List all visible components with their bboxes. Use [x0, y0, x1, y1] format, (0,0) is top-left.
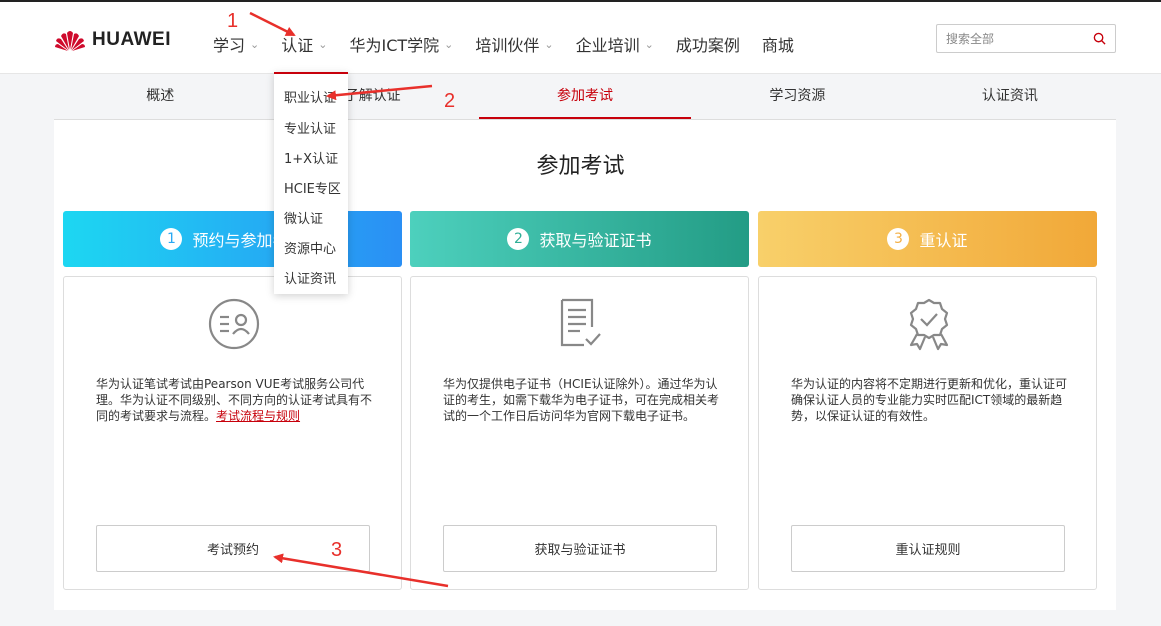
menu-item-micro-certification[interactable]: 微认证 — [284, 208, 323, 227]
step-banner-1: 1 预约与参加考试 — [63, 211, 402, 267]
menu-item-specialist-certification[interactable]: 专业认证 — [284, 118, 336, 137]
tab-certification-news[interactable]: 认证资讯 — [904, 74, 1116, 119]
menu-item-1x-certification[interactable]: 1+X认证 — [284, 148, 338, 167]
card-description: 华为认证笔试考试由Pearson VUE考试服务公司代理。华为认证不同级别、不同… — [96, 376, 376, 424]
step-number: 2 — [507, 228, 530, 250]
step-title: 获取与验证证书 — [539, 231, 652, 250]
search-icon[interactable] — [1093, 32, 1106, 45]
nav-item-label: 培训伙伴 — [475, 36, 540, 55]
menu-item-professional-certification[interactable]: 职业认证 — [284, 87, 336, 106]
nav-item-training-partners[interactable]: 培训伙伴 ⌄ — [475, 32, 553, 56]
step-number: 1 — [160, 228, 183, 250]
sub-tabs: 概述 了解认证 参加考试 学习资源 认证资讯 — [54, 74, 1116, 120]
step-banner-3: 3 重认证 — [758, 211, 1097, 267]
chevron-down-icon: ⌄ — [444, 37, 454, 51]
search-box — [936, 24, 1116, 53]
nav-item-success-cases[interactable]: 成功案例 — [676, 32, 740, 56]
award-badge-icon — [909, 298, 949, 351]
nav-item-certification[interactable]: 认证 ⌄ — [281, 32, 327, 56]
nav-item-label: 成功案例 — [675, 36, 740, 55]
annotation-number-1: 1 — [227, 10, 239, 32]
nav-item-label: 华为ICT学院 — [349, 36, 440, 55]
menu-item-certification-news[interactable]: 认证资讯 — [284, 268, 336, 287]
card-description: 华为仅提供电子证书（HCIE认证除外）。通过华为认证的考生，如需下载华为电子证书… — [443, 377, 720, 423]
tab-learning-resources[interactable]: 学习资源 — [691, 74, 903, 119]
chevron-down-icon: ⌄ — [318, 37, 328, 51]
top-header: HUAWEI 学习 ⌄ 认证 ⌄ 华为ICT学院 ⌄ 培训伙伴 ⌄ 企业培训 ⌄… — [0, 0, 1161, 74]
huawei-flower-icon — [55, 31, 85, 51]
annotation-number-3: 3 — [331, 539, 343, 561]
id-card-icon — [208, 298, 260, 350]
nav-item-store[interactable]: 商城 — [762, 32, 794, 56]
nav-item-enterprise-training[interactable]: 企业培训 ⌄ — [576, 32, 654, 56]
nav-item-label: 学习 — [213, 36, 246, 55]
step-number: 3 — [887, 228, 910, 250]
card-exam-booking: 华为认证笔试考试由Pearson VUE考试服务公司代理。华为认证不同级别、不同… — [63, 276, 402, 590]
nav-item-label: 商城 — [761, 36, 794, 55]
menu-item-hcie-zone[interactable]: HCIE专区 — [284, 178, 341, 197]
search-input[interactable] — [937, 25, 1077, 52]
brand-name: HUAWEI — [92, 29, 171, 50]
huawei-logo[interactable]: HUAWEI — [54, 28, 171, 52]
menu-item-resource-center[interactable]: 资源中心 — [284, 238, 336, 257]
card-certificate: 华为仅提供电子证书（HCIE认证除外）。通过华为认证的考生，如需下载华为电子证书… — [410, 276, 749, 590]
certificate-document-icon — [560, 298, 601, 347]
page-title: 参加考试 — [536, 154, 625, 179]
get-verify-certificate-button[interactable]: 获取与验证证书 — [443, 525, 717, 572]
chevron-down-icon: ⌄ — [544, 37, 554, 51]
chevron-down-icon: ⌄ — [250, 37, 260, 51]
nav-item-label: 认证 — [281, 36, 314, 55]
step-banner-2: 2 获取与验证证书 — [410, 211, 749, 267]
step-title: 重认证 — [919, 231, 968, 250]
nav-item-label: 企业培训 — [575, 36, 640, 55]
tab-overview[interactable]: 概述 — [54, 74, 266, 119]
card-description: 华为认证的内容将不定期进行更新和优化，重认证可确保认证人员的专业能力实时匹配IC… — [791, 377, 1068, 423]
tab-take-exam[interactable]: 参加考试 — [478, 74, 692, 119]
main-nav: 学习 ⌄ 认证 ⌄ 华为ICT学院 ⌄ 培训伙伴 ⌄ 企业培训 ⌄ 成功案例 商… — [213, 32, 816, 56]
nav-item-ict-academy[interactable]: 华为ICT学院 ⌄ — [349, 32, 453, 56]
nav-item-study[interactable]: 学习 ⌄ — [213, 32, 259, 56]
exam-booking-button[interactable]: 考试预约 — [96, 525, 370, 572]
annotation-number-2: 2 — [444, 90, 456, 112]
certification-dropdown-menu: 职业认证 专业认证 1+X认证 HCIE专区 微认证 资源中心 认证资讯 — [274, 72, 348, 294]
card-recertification: 华为认证的内容将不定期进行更新和优化，重认证可确保认证人员的专业能力实时匹配IC… — [758, 276, 1097, 590]
exam-rules-link[interactable]: 考试流程与规则 — [216, 409, 300, 423]
chevron-down-icon: ⌄ — [644, 37, 654, 51]
recertification-rules-button[interactable]: 重认证规则 — [791, 525, 1065, 572]
